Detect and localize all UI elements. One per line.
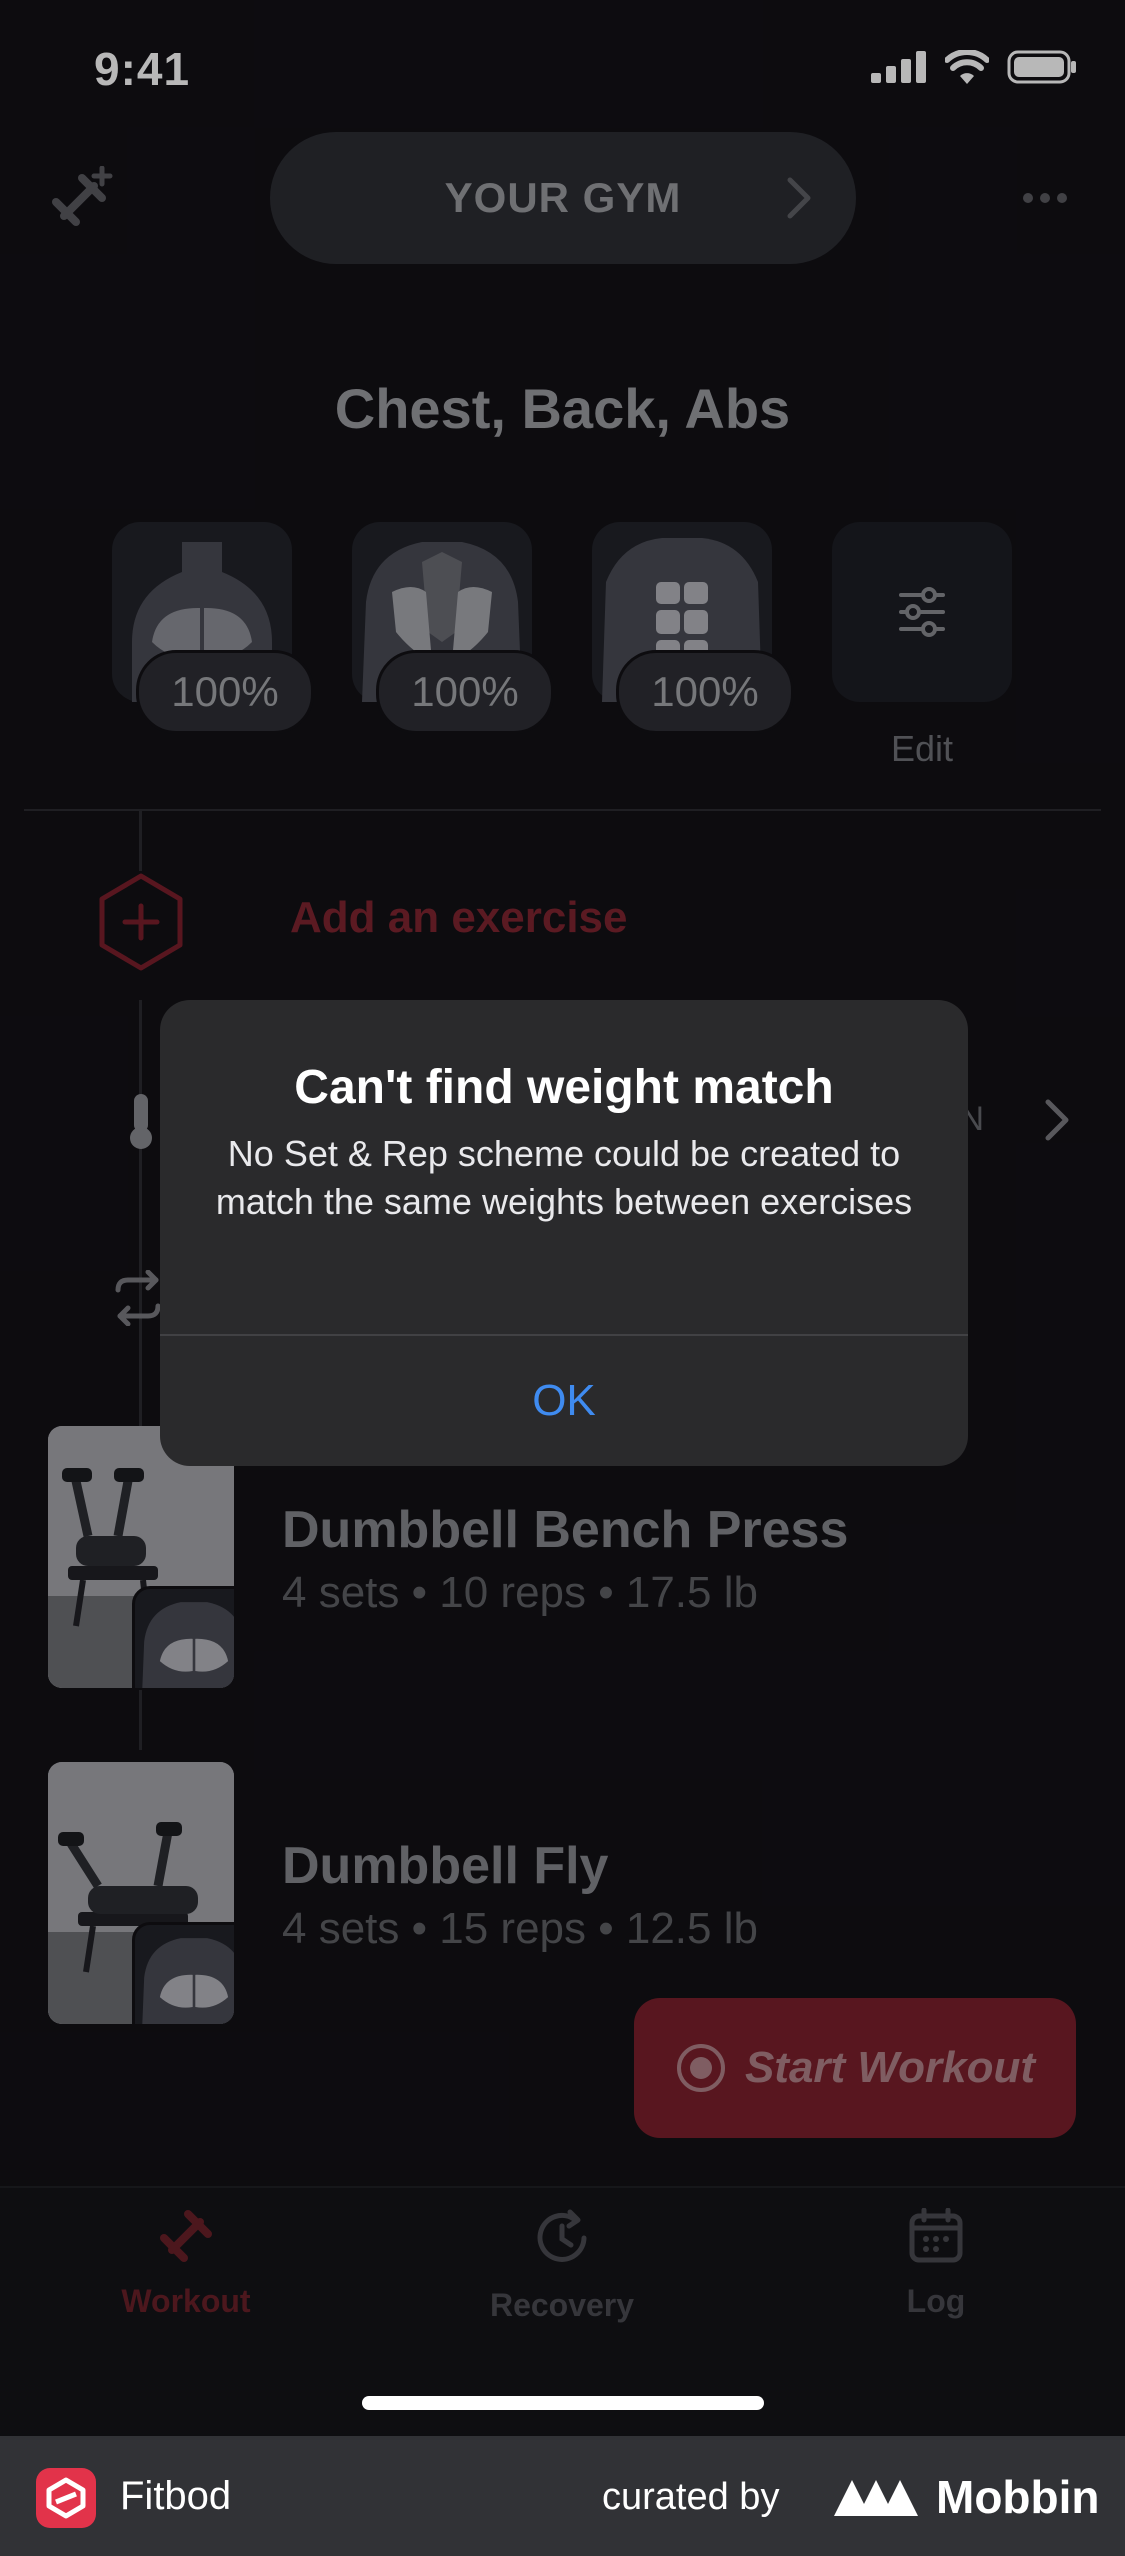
alert-title: Can't find weight match [294,1061,834,1114]
home-indicator[interactable] [362,2396,764,2410]
app-screen: 9:41 YOUR GYM Chest, Back, Abs 100% 100%… [0,0,1125,2556]
footer-app-name: Fitbod [120,2474,232,2518]
footer-brand: Mobbin [936,2471,1100,2523]
footer-curated-by: curated by [602,2476,780,2518]
fitbod-logo-icon [36,2468,96,2528]
alert-message: No Set & Rep scheme could be created to … [215,1133,913,1222]
ok-button[interactable]: OK [160,1336,968,1466]
mobbin-logo-icon [834,2480,918,2516]
weight-match-alert: Can't find weight match No Set & Rep sch… [160,1000,968,1466]
